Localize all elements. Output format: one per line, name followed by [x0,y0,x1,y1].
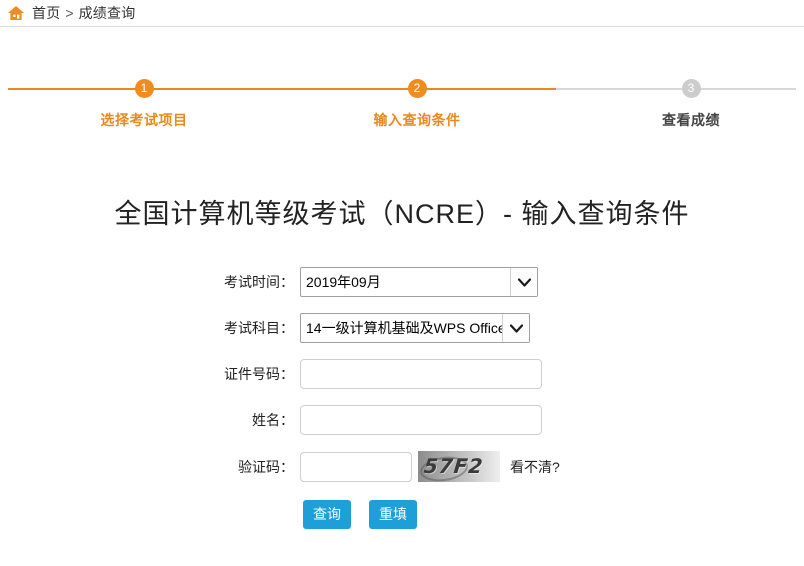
reset-button[interactable]: 重填 [369,500,417,529]
exam-time-label: 考试时间： [224,274,294,290]
step-3[interactable]: 3 查看成绩 [611,59,771,130]
exam-time-select-wrap: 2019年09月 [300,267,538,297]
step-1-number: 1 [134,79,154,98]
name-input[interactable] [300,405,542,435]
form-actions: 查询 重填 [0,500,804,529]
actions-spacer [0,500,303,529]
exam-subject-label: 考试科目： [224,320,294,336]
form-row-id-number: 证件号码： [0,359,804,389]
home-icon [7,5,25,21]
step-3-label: 查看成绩 [662,112,720,128]
breadcrumb: 首页 > 成绩查询 [0,0,804,27]
step-3-number: 3 [681,79,701,98]
breadcrumb-separator: > [65,5,74,21]
exam-subject-select-wrap: 14一级计算机基础及WPS Office应用 [300,313,530,343]
form-row-exam-subject: 考试科目： 14一级计算机基础及WPS Office应用 [0,313,804,343]
breadcrumb-current: 成绩查询 [78,5,136,21]
name-label: 姓名： [252,412,294,428]
captcha-image[interactable]: 57F2 [418,451,500,482]
form-row-captcha: 验证码： 57F2 看不清? [0,451,804,482]
step-2-label: 输入查询条件 [373,112,461,128]
progress-stepper: 1 选择考试项目 2 输入查询条件 3 查看成绩 [0,59,804,137]
id-number-label: 证件号码： [224,366,294,382]
breadcrumb-home[interactable]: 首页 [32,3,60,23]
step-2-number: 2 [407,79,427,98]
form-row-exam-time: 考试时间： 2019年09月 [0,267,804,297]
captcha-input[interactable] [300,451,412,482]
captcha-label: 验证码： [238,458,294,475]
exam-subject-select[interactable]: 14一级计算机基础及WPS Office应用 [300,313,530,343]
page-title: 全国计算机等级考试（NCRE）- 输入查询条件 [114,199,690,229]
submit-button[interactable]: 查询 [303,500,351,529]
form-row-name: 姓名： [0,405,804,435]
step-2[interactable]: 2 输入查询条件 [337,59,497,130]
id-number-input[interactable] [300,359,542,389]
step-1[interactable]: 1 选择考试项目 [64,59,224,130]
exam-time-select[interactable]: 2019年09月 [300,267,538,297]
captcha-refresh-link[interactable]: 看不清? [510,457,560,477]
step-1-label: 选择考试项目 [100,112,188,128]
captcha-image-text: 57F2 [422,454,485,478]
query-form: 考试时间： 2019年09月 考试科目： 14一级计算机基础及WPS Offic… [0,267,804,529]
